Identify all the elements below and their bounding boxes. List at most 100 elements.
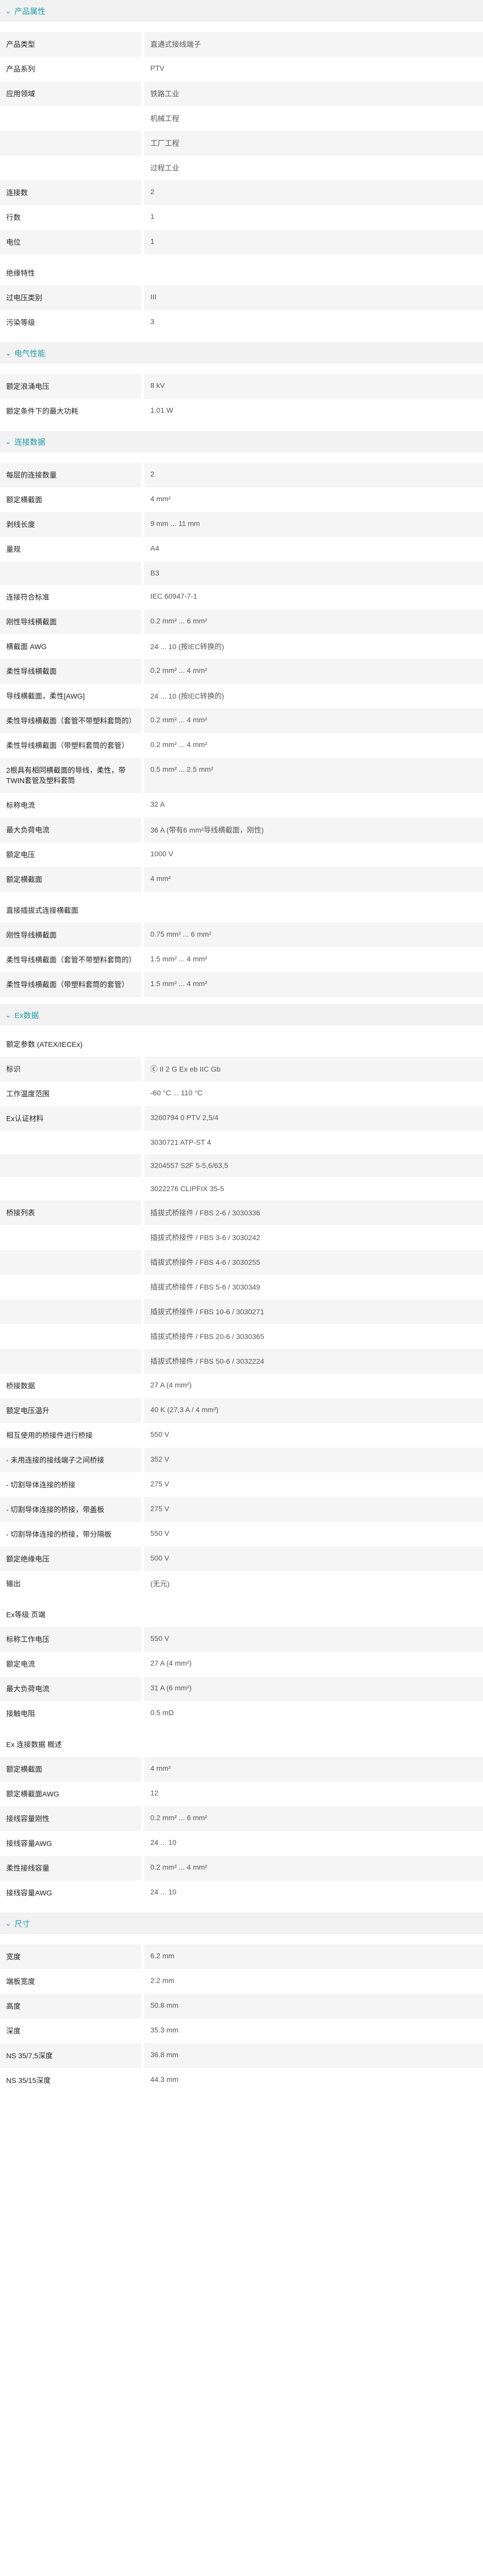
spec-label xyxy=(0,1177,144,1200)
spec-label: 标称电流 xyxy=(0,793,144,818)
spec-value: 3030721 ATP-ST 4 xyxy=(150,1138,211,1146)
spec-value: 36 A (带有6 mm²导线横截面，刚性) xyxy=(144,818,483,842)
spec-label: 行数 xyxy=(0,205,144,230)
spec-value: 工厂工程 xyxy=(144,131,483,156)
spec-row: Ex认证材料 3260794 0 PTV 2,5/4 xyxy=(0,1106,483,1131)
section-intro: 额定参数 (ATEX/IECEx) xyxy=(6,1040,83,1048)
spec-label xyxy=(0,1275,144,1299)
spec-label xyxy=(0,562,144,585)
spec-label: 柔性导线横截面（带塑料套筒的套管） xyxy=(0,733,144,758)
subgroup-title: Ex等级 页端 xyxy=(6,1611,46,1619)
spec-row: 过程工业 xyxy=(0,156,483,180)
spec-label: 柔性导线横截面（套管不带塑料套筒的） xyxy=(0,708,144,733)
spec-value: 直通式接线端子 xyxy=(144,32,483,57)
spec-row: 插拔式桥接件 / FBS 20-6 / 3030365 xyxy=(0,1324,483,1349)
spec-row: 标识 Ⓔ II 2 G Ex eb IIC Gb xyxy=(0,1057,483,1081)
spec-row: 额定电压温升 40 K (27,3 A / 4 mm²) xyxy=(0,1398,483,1423)
spec-value: 3204557 S2F 5-5,6/63,5 xyxy=(144,1154,483,1177)
spec-label: - 切割导体连接的桥接 xyxy=(0,1472,144,1497)
spec-value: 0.2 mm² ... 4 mm² xyxy=(150,740,208,749)
spec-row: 刚性导线横截面 0.2 mm² ... 6 mm² xyxy=(0,609,483,634)
spec-value: 27 A (4 mm²) xyxy=(150,1659,192,1667)
spec-label xyxy=(0,131,144,156)
spec-page: ⌄ 产品属性 产品类型 直通式接线端子 产品系列 PTV 应用领域 铁路工业 机械工程 工厂工程过… xyxy=(0,0,483,2093)
spec-value: 插拔式桥接件 / FBS 10-6 / 3030271 xyxy=(144,1299,483,1324)
spec-value: 550 V xyxy=(150,1430,169,1438)
section-header-dimensions[interactable]: ⌄ 尺寸 xyxy=(0,1912,483,1934)
spec-row: - 切割导体连接的桥接，带分隔板 550 V xyxy=(0,1522,483,1547)
spec-row: 宽度 6.2 mm xyxy=(0,1944,483,1969)
spec-label: 连接符合标准 xyxy=(0,585,144,609)
spec-value: B3 xyxy=(144,562,483,585)
spec-label: NS 35/7,5深度 xyxy=(0,2043,144,2068)
spec-row: 最大负荷电流 36 A (带有6 mm²导线横截面，刚性) xyxy=(0,818,483,842)
spec-label: 2根具有相同横截面的导线，柔性，带TWIN套管及塑料套筒 xyxy=(0,758,144,793)
spec-row: 连接符合标准 IEC 60947-7-1 xyxy=(0,585,483,609)
spec-label: 量规 xyxy=(0,537,144,562)
spec-row: 导线横截面，柔性[AWG] 24 ... 10 (按IEC转换的) xyxy=(0,684,483,708)
spec-row: 柔性导线横截面（套管不带塑料套筒的） 1.5 mm² ... 4 mm² xyxy=(0,947,483,972)
spec-label: 桥接列表 xyxy=(0,1200,144,1225)
spec-value: 352 V xyxy=(144,1448,483,1472)
spec-row: 电位 1 xyxy=(0,230,483,255)
spec-row: 接触电阻 0.5 mΩ xyxy=(0,1701,483,1726)
section-header-connection[interactable]: ⌄ 连接数据 xyxy=(0,431,483,452)
spec-row: 标称工作电压 550 V xyxy=(0,1627,483,1652)
spec-row: 插拔式桥接件 / FBS 50-6 / 3032224 xyxy=(0,1349,483,1374)
chevron-down-icon: ⌄ xyxy=(5,348,11,357)
subgroup-title: Ex 连接数据 概述 xyxy=(6,1740,62,1749)
spec-label: 柔性接线容量 xyxy=(0,1856,144,1880)
spec-value: 24 ... 10 xyxy=(150,1838,177,1846)
spec-label xyxy=(0,1299,144,1324)
spec-label xyxy=(0,1324,144,1349)
spec-value: 12 xyxy=(150,1789,159,1797)
chevron-down-icon: ⌄ xyxy=(5,1010,11,1019)
spec-label: 刚性导线横截面 xyxy=(0,923,144,947)
spec-row: 接线容量AWG 24 ... 10 xyxy=(0,1880,483,1905)
section-header-product-info[interactable]: ⌄ 产品属性 xyxy=(0,0,483,22)
spec-value: 50.8 mm xyxy=(144,1994,483,2019)
spec-label xyxy=(0,1131,144,1154)
spec-row: 插拔式桥接件 / FBS 3-6 / 3030242 xyxy=(0,1225,483,1250)
spec-label xyxy=(0,156,144,180)
spec-value: 31 A (6 mm²) xyxy=(144,1676,483,1701)
section-title: 产品属性 xyxy=(14,7,46,16)
spec-row: 每层的连接数量 2 xyxy=(0,463,483,487)
spec-value: 0.2 mm² ... 4 mm² xyxy=(144,659,483,684)
spec-row: 3022276 CLIPFIX 35-5 xyxy=(0,1177,483,1200)
spec-value: 1.5 mm² ... 4 mm² xyxy=(150,955,208,963)
spec-row: 量规 A4 xyxy=(0,537,483,562)
spec-row: 高度 50.8 mm xyxy=(0,1994,483,2019)
spec-value: 32 A xyxy=(150,800,165,808)
spec-row: - 未用连接的接线端子之间桥接 352 V xyxy=(0,1448,483,1472)
spec-value: 1.5 mm² ... 4 mm² xyxy=(144,972,483,997)
spec-value: 2 xyxy=(144,463,483,487)
spec-label: 每层的连接数量 xyxy=(0,463,144,487)
spec-value: 0.2 mm² ... 6 mm² xyxy=(144,1806,483,1831)
spec-label: - 未用连接的接线端子之间桥接 xyxy=(0,1448,144,1472)
spec-row: 工厂工程 xyxy=(0,131,483,156)
spec-value: 44.3 mm xyxy=(150,2075,179,2083)
spec-value: 1.01 W xyxy=(150,406,174,414)
spec-row: 插拔式桥接件 / FBS 5-6 / 3030349 xyxy=(0,1275,483,1299)
section-header-electrical[interactable]: ⌄ 电气性能 xyxy=(0,342,483,364)
spec-value: 550 V xyxy=(150,1529,169,1537)
spec-row: 标称电流 32 A xyxy=(0,793,483,818)
spec-value: 275 V xyxy=(144,1497,483,1522)
spec-value: 9 mm ... 11 mm xyxy=(144,512,483,537)
spec-label: 污染等级 xyxy=(0,310,144,335)
spec-row: - 切割导体连接的桥接 275 V xyxy=(0,1472,483,1497)
section-title: 电气性能 xyxy=(14,349,46,358)
spec-label: 最大负荷电流 xyxy=(0,1676,144,1701)
spec-row: 额定横截面 4 mm² xyxy=(0,487,483,512)
spec-row: 3030721 ATP-ST 4 xyxy=(0,1131,483,1154)
spec-value: 27 A (4 mm²) xyxy=(150,1381,192,1389)
spec-row: 额定横截面 4 mm² xyxy=(0,1757,483,1782)
spec-row: 额定横截面AWG 12 xyxy=(0,1782,483,1806)
spec-value: Ⓔ II 2 G Ex eb IIC Gb xyxy=(144,1057,483,1081)
spec-value: 1 xyxy=(150,212,154,221)
spec-label: 接线容量AWG xyxy=(0,1880,144,1905)
spec-value: 275 V xyxy=(150,1480,169,1488)
spec-label: 额定横截面 xyxy=(0,867,144,892)
section-header-ex[interactable]: ⌄ Ex数据 xyxy=(0,1004,483,1026)
